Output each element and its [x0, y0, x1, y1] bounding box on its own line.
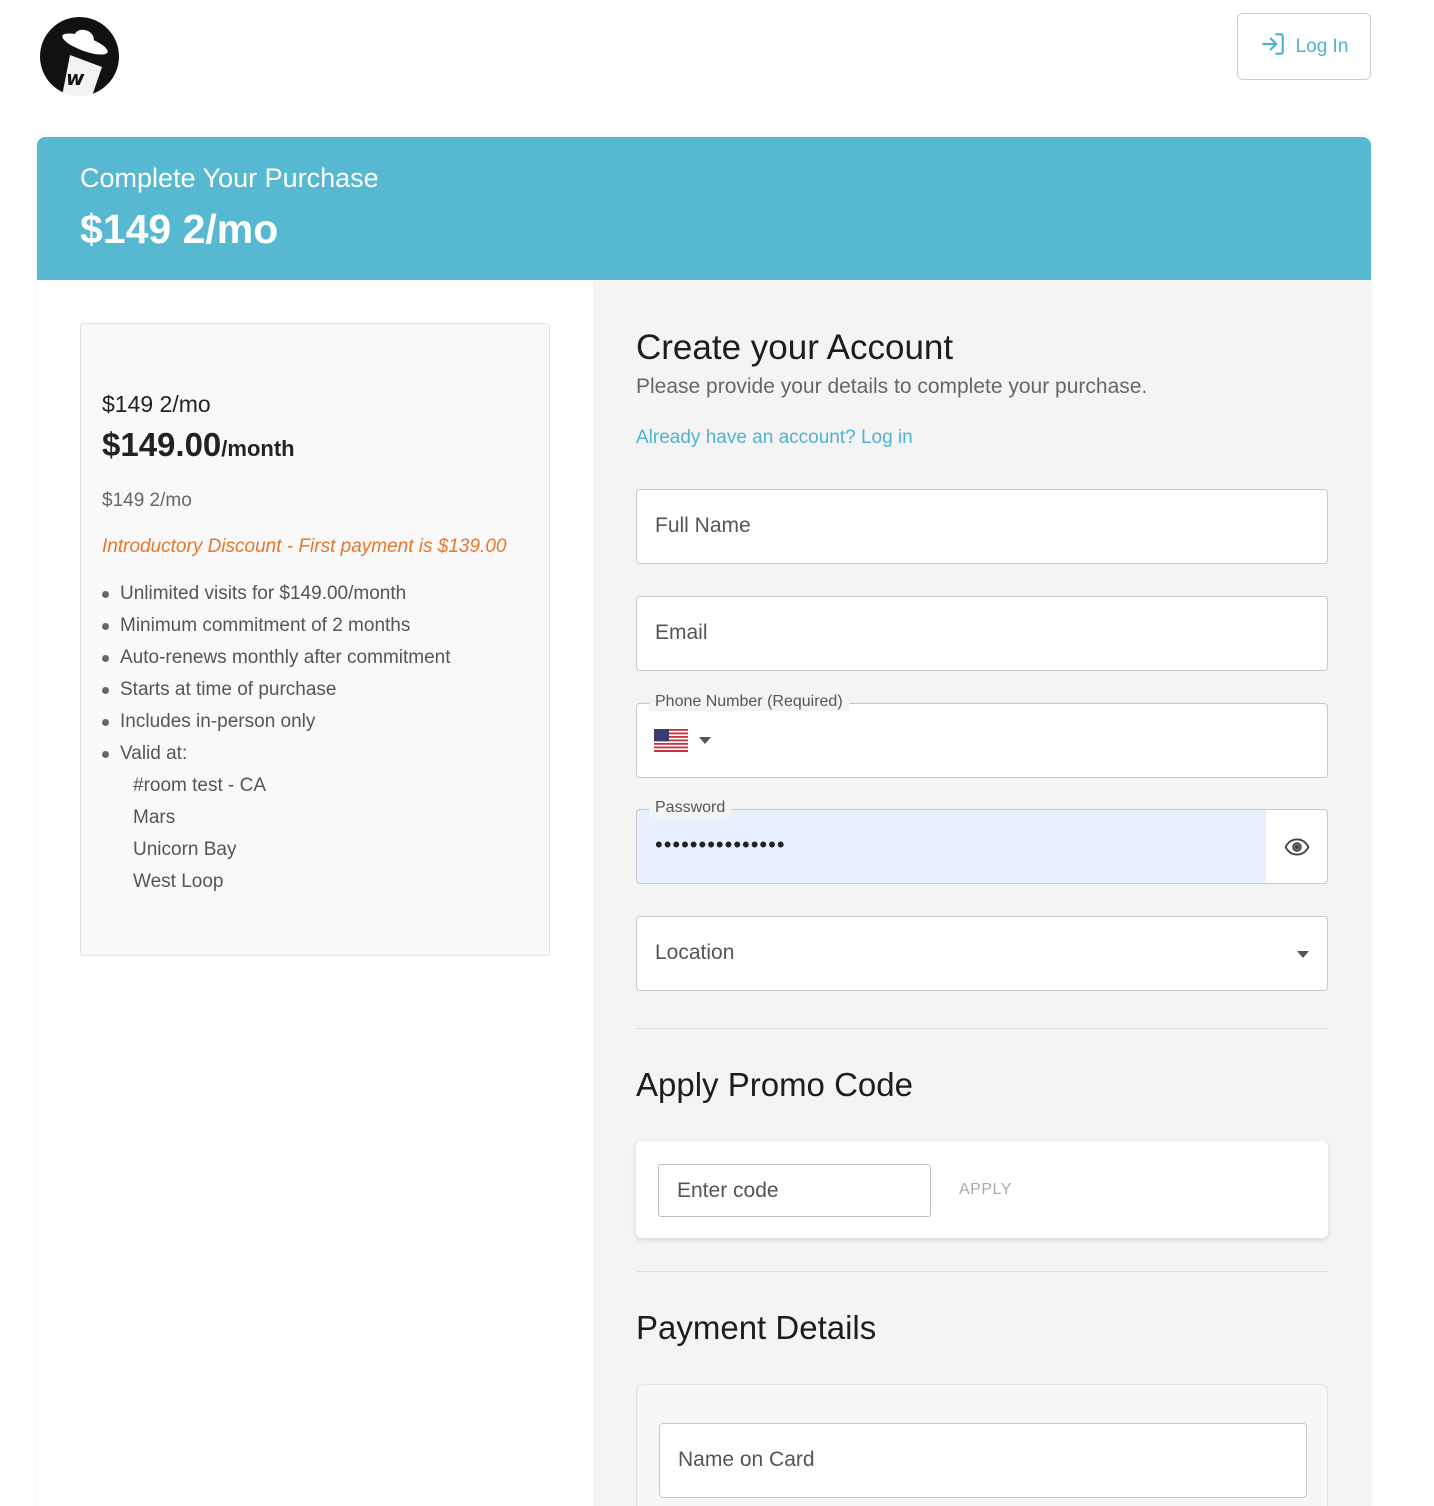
show-password-icon[interactable]: [1266, 810, 1327, 883]
email-placeholder: Email: [655, 621, 708, 644]
location-placeholder: Location: [655, 941, 735, 964]
checkout-card: Complete Your Purchase $149 2/mo $149 2/…: [37, 137, 1371, 1506]
plan-feature: Minimum commitment of 2 months: [102, 614, 451, 646]
plan-location: #room test - CA: [133, 775, 267, 796]
phone-label: Phone Number (Required): [649, 693, 849, 711]
account-subtitle: Please provide your details to complete …: [636, 375, 1148, 398]
plan-feature: Includes in-person only: [102, 710, 451, 742]
banner-title: Complete Your Purchase: [80, 163, 379, 193]
plan-price-period: /month: [221, 436, 295, 461]
logo-letter: w: [66, 66, 85, 90]
brand-logo[interactable]: w: [40, 17, 119, 96]
plan-sub-label: $149 2/mo: [102, 490, 192, 511]
name-on-card-input[interactable]: Name on Card: [659, 1423, 1307, 1498]
banner-price: $149 2/mo: [80, 206, 279, 252]
full-name-input[interactable]: Full Name: [636, 489, 1328, 564]
section-divider: [636, 1271, 1328, 1272]
account-column: Create your Account Please provide your …: [593, 280, 1371, 1506]
country-dropdown-icon[interactable]: [699, 737, 711, 744]
phone-input[interactable]: Phone Number (Required): [636, 693, 1328, 778]
payment-title: Payment Details: [636, 1309, 877, 1346]
plan-location: West Loop: [133, 871, 224, 892]
plan-feature: Starts at time of purchase: [102, 678, 451, 710]
promo-code-input[interactable]: Enter code: [658, 1164, 931, 1217]
plan-discount: Introductory Discount - First payment is…: [102, 536, 507, 557]
us-flag-icon[interactable]: [654, 729, 688, 752]
plan-price-amount: $149.00: [102, 426, 222, 463]
purchase-banner: Complete Your Purchase $149 2/mo: [37, 137, 1371, 280]
login-icon: [1260, 31, 1286, 63]
chevron-down-icon: [1297, 951, 1309, 958]
plan-column: $149 2/mo $149.00/month $149 2/mo Introd…: [37, 280, 593, 1506]
already-have-account-link[interactable]: Already have an account? Log in: [636, 427, 913, 449]
plan-features: Unlimited visits for $149.00/month Minim…: [102, 582, 451, 774]
account-title: Create your Account: [636, 328, 954, 367]
apply-promo-button[interactable]: APPLY: [959, 1181, 1012, 1199]
name-on-card-placeholder: Name on Card: [678, 1448, 815, 1471]
plan-locations: #room test - CA Mars Unicorn Bay West Lo…: [133, 774, 266, 902]
email-input[interactable]: Email: [636, 596, 1328, 671]
password-value: •••••••••••••••: [655, 832, 786, 857]
plan-name: $149 2/mo: [102, 391, 211, 417]
plan-location: Mars: [133, 807, 176, 828]
password-label: Password: [649, 799, 732, 817]
plan-feature: Auto-renews monthly after commitment: [102, 646, 451, 678]
password-input[interactable]: Password •••••••••••••••: [636, 799, 1328, 884]
login-label: Log In: [1295, 35, 1349, 57]
plan-location: Unicorn Bay: [133, 839, 237, 860]
plan-feature: Valid at:: [102, 742, 451, 774]
location-select[interactable]: Location: [636, 916, 1328, 991]
promo-card: Enter code APPLY: [636, 1141, 1328, 1238]
payment-card: Name on Card: [636, 1384, 1328, 1506]
plan-feature: Unlimited visits for $149.00/month: [102, 582, 451, 614]
plan-summary: $149 2/mo $149.00/month $149 2/mo Introd…: [80, 323, 550, 956]
full-name-placeholder: Full Name: [655, 514, 751, 537]
login-button[interactable]: Log In: [1237, 13, 1371, 80]
section-divider: [636, 1028, 1328, 1029]
promo-title: Apply Promo Code: [636, 1066, 913, 1103]
plan-price: $149.00/month: [102, 426, 295, 464]
